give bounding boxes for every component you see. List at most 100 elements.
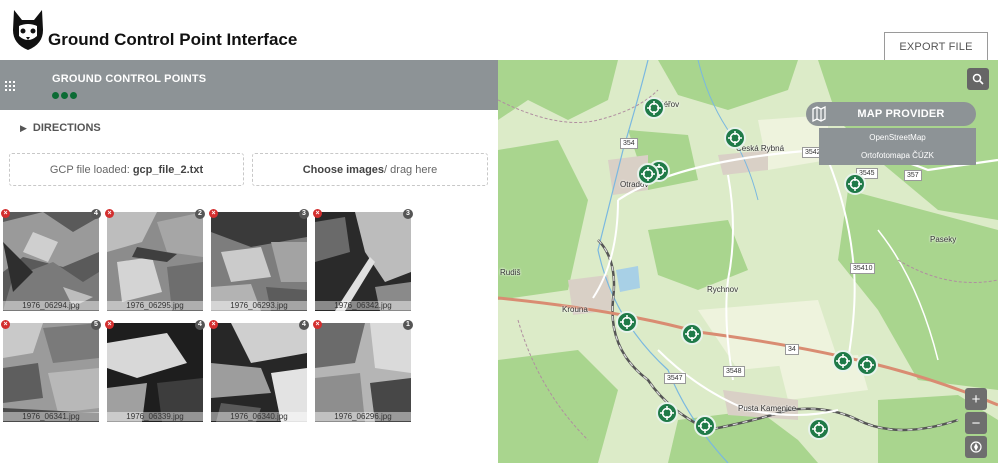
step-dot bbox=[61, 92, 68, 99]
gcp-count-badge: 2 bbox=[195, 209, 205, 219]
gcp-marker[interactable] bbox=[844, 173, 866, 195]
place-label: Rychnov bbox=[707, 285, 739, 294]
gcp-count-badge: 3 bbox=[403, 209, 413, 219]
gcp-file-name: gcp_file_2.txt bbox=[132, 163, 204, 176]
gcp-marker[interactable] bbox=[681, 323, 703, 345]
road-number: 3548 bbox=[723, 366, 745, 377]
aerial-photo bbox=[211, 323, 307, 422]
remove-image-icon[interactable]: × bbox=[209, 209, 218, 218]
image-filename: 1976_06339.jpg bbox=[107, 412, 203, 421]
remove-image-icon[interactable]: × bbox=[313, 209, 322, 218]
drag-here-label: / drag here bbox=[384, 163, 438, 176]
image-thumbnail[interactable]: 1976_06340.jpg bbox=[211, 323, 307, 422]
gcp-panel-header: GROUND CONTROL POINTS bbox=[0, 60, 498, 110]
folded-map-icon bbox=[812, 106, 826, 122]
map-provider-button[interactable]: MAP PROVIDER bbox=[806, 102, 976, 126]
gcp-panel: GROUND CONTROL POINTS ▶ DIRECTIONS GCP fi… bbox=[0, 60, 498, 463]
gcp-count-badge: 5 bbox=[91, 320, 101, 330]
aerial-photo bbox=[315, 212, 411, 311]
image-thumbnail[interactable]: 1976_06341.jpg bbox=[3, 323, 99, 422]
map-view[interactable]: Kocléřov Otradov Česká Rybná Krouna Rych… bbox=[498, 60, 998, 463]
image-filename: 1976_06342.jpg bbox=[315, 301, 411, 310]
place-label: Paseky bbox=[930, 235, 957, 244]
crosshair-icon bbox=[641, 167, 655, 181]
remove-image-icon[interactable]: × bbox=[105, 320, 114, 329]
crosshair-icon bbox=[698, 419, 712, 433]
remove-image-icon[interactable]: × bbox=[1, 209, 10, 218]
step-indicator bbox=[52, 92, 77, 99]
image-thumbnail[interactable]: 1976_06293.jpg bbox=[211, 212, 307, 311]
crosshair-icon bbox=[860, 358, 874, 372]
gcp-marker[interactable] bbox=[724, 127, 746, 149]
zoom-out-button[interactable]: − bbox=[965, 412, 987, 434]
gcp-marker[interactable] bbox=[694, 415, 716, 437]
gcp-marker[interactable] bbox=[643, 97, 665, 119]
step-dot bbox=[52, 92, 59, 99]
gcp-marker[interactable] bbox=[832, 350, 854, 372]
gcp-count-badge: 4 bbox=[91, 209, 101, 219]
image-thumbnail[interactable]: 1976_06294.jpg bbox=[3, 212, 99, 311]
remove-image-icon[interactable]: × bbox=[209, 320, 218, 329]
caret-right-icon: ▶ bbox=[20, 123, 27, 133]
provider-option-openstreetmap[interactable]: OpenStreetMap bbox=[819, 128, 976, 147]
crosshair-icon bbox=[620, 315, 634, 329]
road-number: 3547 bbox=[664, 373, 686, 384]
gcp-marker[interactable] bbox=[856, 354, 878, 376]
grid-menu-icon[interactable] bbox=[5, 81, 15, 91]
zoom-in-button[interactable]: + bbox=[965, 388, 987, 410]
crosshair-icon bbox=[685, 327, 699, 341]
choose-images-label: Choose images bbox=[302, 163, 385, 176]
provider-option-ortofotomapa[interactable]: Ortofotomapa ČÚZK bbox=[819, 146, 976, 165]
crosshair-icon bbox=[812, 422, 826, 436]
gcp-marker[interactable] bbox=[637, 163, 659, 185]
step-dot bbox=[70, 92, 77, 99]
map-provider-label: MAP PROVIDER bbox=[857, 108, 945, 120]
crosshair-icon bbox=[848, 177, 862, 191]
gcp-marker[interactable] bbox=[616, 311, 638, 333]
image-filename: 1976_06293.jpg bbox=[211, 301, 307, 310]
road-number: 357 bbox=[904, 170, 922, 181]
image-thumbnail[interactable]: 1976_06339.jpg bbox=[107, 323, 203, 422]
road-number: 34 bbox=[785, 344, 799, 355]
directions-toggle[interactable]: ▶ DIRECTIONS bbox=[20, 122, 101, 134]
aerial-photo bbox=[3, 212, 99, 311]
remove-image-icon[interactable]: × bbox=[105, 209, 114, 218]
crosshair-icon bbox=[836, 354, 850, 368]
aerial-photo bbox=[315, 323, 411, 422]
gcp-marker[interactable] bbox=[808, 418, 830, 440]
crosshair-icon bbox=[647, 101, 661, 115]
map-search-button[interactable] bbox=[967, 68, 989, 90]
gcp-file-dropzone[interactable]: GCP file loaded: gcp_file_2.txt bbox=[9, 153, 244, 186]
directions-label: DIRECTIONS bbox=[32, 122, 101, 134]
image-filename: 1976_06294.jpg bbox=[3, 301, 99, 310]
header: Ground Control Point Interface EXPORT FI… bbox=[0, 0, 998, 61]
image-filename: 1976_06341.jpg bbox=[3, 412, 99, 421]
image-thumbnail[interactable]: 1976_06342.jpg bbox=[315, 212, 411, 311]
image-thumbnail[interactable]: 1976_06295.jpg bbox=[107, 212, 203, 311]
image-filename: 1976_06295.jpg bbox=[107, 301, 203, 310]
crosshair-icon bbox=[728, 131, 742, 145]
image-filename: 1976_06340.jpg bbox=[211, 412, 307, 421]
remove-image-icon[interactable]: × bbox=[1, 320, 10, 329]
gcp-count-badge: 4 bbox=[195, 320, 205, 330]
aerial-photo bbox=[3, 323, 99, 422]
gcp-marker[interactable] bbox=[656, 402, 678, 424]
place-label: Rudiš bbox=[500, 268, 521, 277]
gcp-file-prefix: GCP file loaded: bbox=[49, 163, 130, 176]
aerial-photo bbox=[107, 212, 203, 311]
remove-image-icon[interactable]: × bbox=[313, 320, 322, 329]
image-filename: 1976_06296.jpg bbox=[315, 412, 411, 421]
place-label: Krouna bbox=[562, 305, 588, 314]
gcp-count-badge: 3 bbox=[299, 209, 309, 219]
compass-icon bbox=[970, 441, 982, 453]
image-thumbnail[interactable]: 1976_06296.jpg bbox=[315, 323, 411, 422]
place-label: Česká Rybná bbox=[736, 144, 785, 153]
app-title: Ground Control Point Interface bbox=[48, 30, 298, 49]
aerial-photo bbox=[107, 323, 203, 422]
reset-view-button[interactable] bbox=[965, 436, 987, 458]
image-dropzone[interactable]: Choose images / drag here bbox=[252, 153, 488, 186]
export-file-button[interactable]: EXPORT FILE bbox=[884, 32, 988, 61]
road-number: 354 bbox=[620, 138, 638, 149]
search-icon bbox=[972, 73, 984, 85]
app-window: Ground Control Point Interface EXPORT FI… bbox=[0, 0, 998, 463]
